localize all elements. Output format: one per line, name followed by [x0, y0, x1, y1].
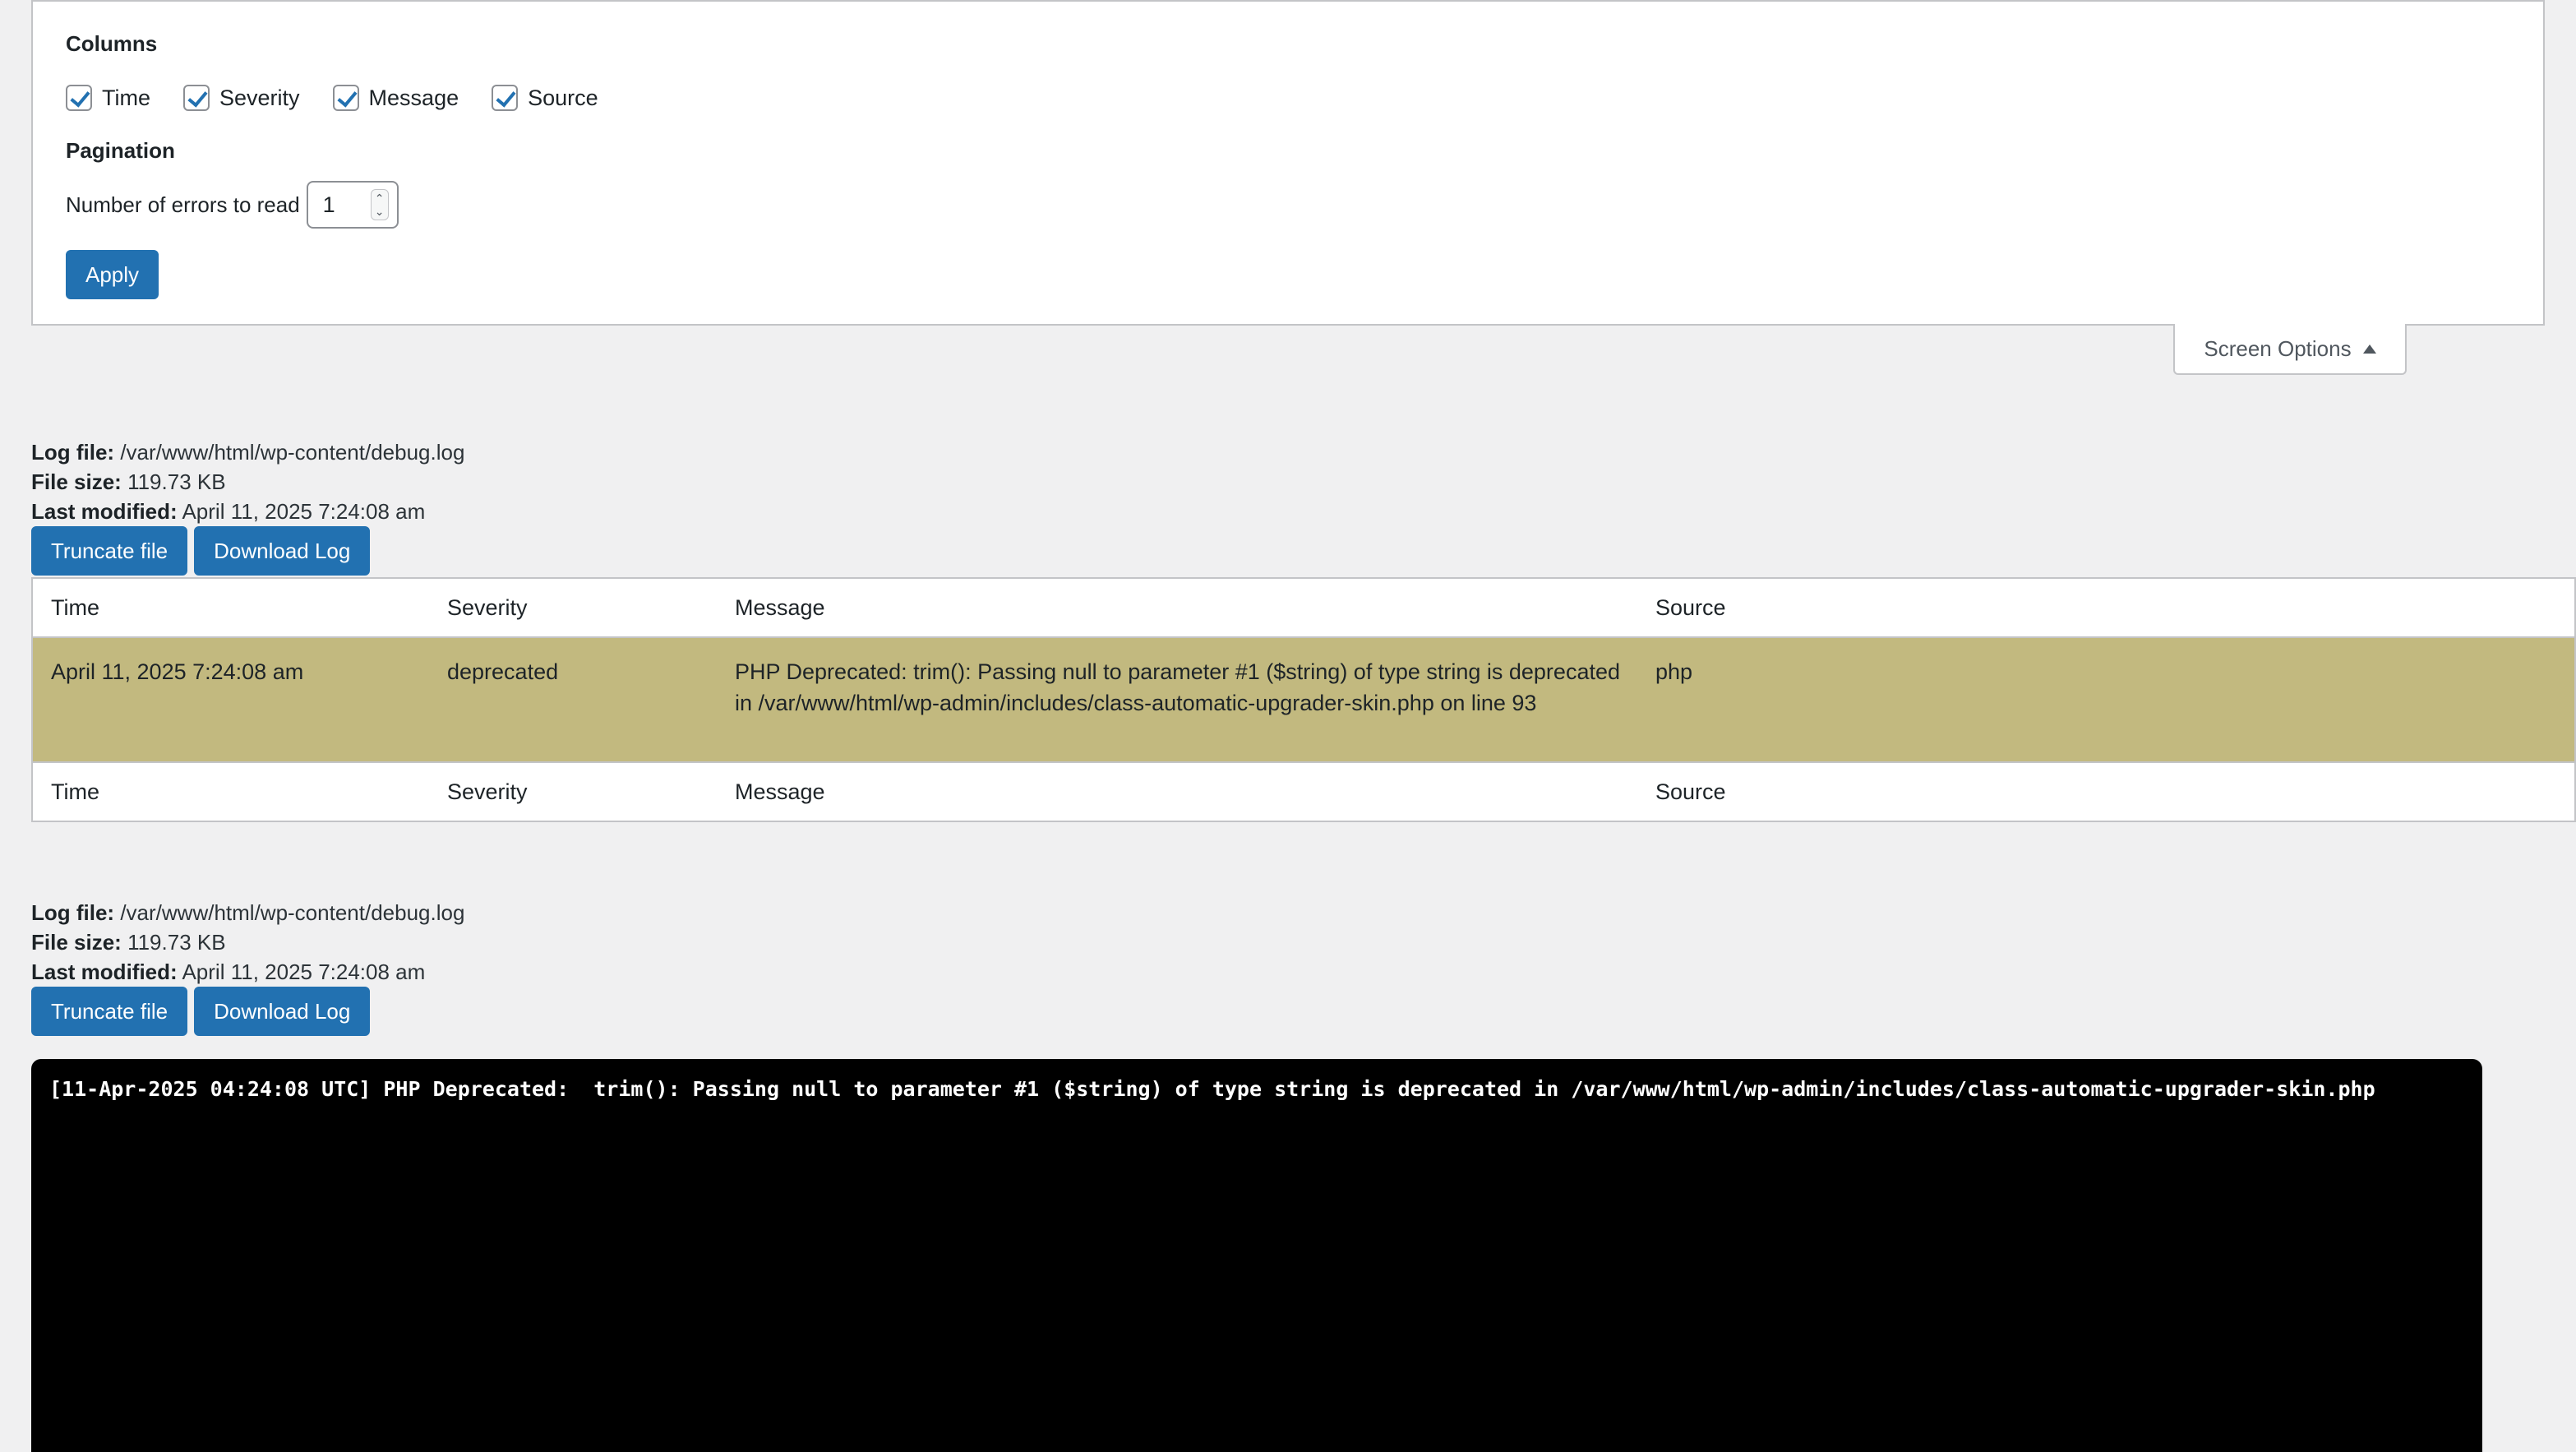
columns-checkbox-group: Time Severity Message Source — [66, 82, 2510, 113]
errors-to-read-label: Number of errors to read — [66, 192, 300, 217]
table-footer-row: Time Severity Message Source — [33, 761, 2574, 821]
screen-options-toggle[interactable]: Screen Options — [2173, 324, 2407, 375]
time-checkbox[interactable] — [66, 85, 92, 111]
log-file-label: Log file: — [31, 900, 115, 925]
column-footer-severity[interactable]: Severity — [447, 779, 735, 805]
column-toggle-source[interactable]: Source — [492, 85, 598, 111]
table-header-row: Time Severity Message Source — [33, 579, 2574, 638]
severity-checkbox[interactable] — [183, 85, 210, 111]
message-checkbox[interactable] — [332, 85, 359, 111]
file-size-line: File size: 119.73 KB — [31, 927, 464, 957]
source-checkbox[interactable] — [492, 85, 519, 111]
file-size-label: File size: — [31, 930, 122, 955]
last-modified-value: April 11, 2025 7:24:08 am — [182, 499, 426, 524]
cell-severity: deprecated — [447, 659, 559, 684]
file-size-value: 119.73 KB — [127, 930, 226, 955]
column-footer-message[interactable]: Message — [735, 779, 1655, 805]
source-checkbox-label: Source — [528, 85, 598, 110]
file-size-value: 119.73 KB — [127, 469, 226, 494]
column-header-message[interactable]: Message — [735, 595, 1655, 621]
download-log-button[interactable]: Download Log — [194, 987, 371, 1036]
severity-checkbox-label: Severity — [219, 85, 300, 110]
spinner-up-icon[interactable]: ⌃ — [375, 192, 385, 205]
truncate-file-button[interactable]: Truncate file — [31, 987, 188, 1036]
cell-message: PHP Deprecated: trim(): Passing null to … — [735, 659, 1620, 715]
log-info-block-raw: Log file: /var/www/html/wp-content/debug… — [31, 898, 464, 1036]
pagination-title: Pagination — [66, 138, 175, 163]
screen-options-panel: Columns Time Severity Message Source Pag… — [31, 0, 2545, 326]
last-modified-line: Last modified: April 11, 2025 7:24:08 am — [31, 497, 464, 526]
columns-title: Columns — [66, 31, 158, 56]
error-log-table: Time Severity Message Source April 11, 2… — [31, 577, 2576, 822]
cell-source: php — [1655, 659, 1693, 684]
caret-up-icon — [2362, 344, 2376, 354]
number-spinner[interactable]: ⌃ ⌄ — [370, 189, 389, 220]
column-footer-source[interactable]: Source — [1655, 779, 2574, 805]
time-checkbox-label: Time — [102, 85, 150, 110]
raw-log-viewer[interactable]: [11-Apr-2025 04:24:08 UTC] PHP Deprecate… — [31, 1059, 2482, 1452]
file-size-label: File size: — [31, 469, 122, 494]
column-header-source[interactable]: Source — [1655, 595, 2574, 621]
file-size-line: File size: 119.73 KB — [31, 467, 464, 497]
log-file-value: /var/www/html/wp-content/debug.log — [120, 440, 465, 465]
log-file-line: Log file: /var/www/html/wp-content/debug… — [31, 898, 464, 927]
spinner-down-icon[interactable]: ⌄ — [375, 205, 385, 218]
log-file-value: /var/www/html/wp-content/debug.log — [120, 900, 465, 925]
log-info-block: Log file: /var/www/html/wp-content/debug… — [31, 437, 464, 576]
log-actions: Truncate file Download Log — [31, 987, 464, 1036]
log-file-line: Log file: /var/www/html/wp-content/debug… — [31, 437, 464, 467]
table-row: April 11, 2025 7:24:08 am deprecated PHP… — [33, 638, 2574, 761]
column-toggle-severity[interactable]: Severity — [183, 85, 300, 111]
last-modified-line: Last modified: April 11, 2025 7:24:08 am — [31, 957, 464, 987]
raw-log-line: [11-Apr-2025 04:24:08 UTC] PHP Deprecate… — [49, 1077, 2375, 1101]
errors-to-read-input[interactable]: 1 ⌃ ⌄ — [306, 181, 399, 229]
screen-options-label: Screen Options — [2204, 335, 2352, 361]
log-actions: Truncate file Download Log — [31, 526, 464, 576]
pagination-row: Number of errors to read 1 ⌃ ⌄ — [66, 181, 2510, 229]
cell-time: April 11, 2025 7:24:08 am — [51, 659, 304, 684]
apply-button[interactable]: Apply — [66, 250, 159, 299]
truncate-file-button[interactable]: Truncate file — [31, 526, 188, 576]
column-header-severity[interactable]: Severity — [447, 595, 735, 621]
last-modified-label: Last modified: — [31, 499, 178, 524]
download-log-button[interactable]: Download Log — [194, 526, 371, 576]
column-toggle-time[interactable]: Time — [66, 85, 150, 111]
message-checkbox-label: Message — [368, 85, 459, 110]
errors-to-read-value: 1 — [322, 192, 335, 217]
log-file-label: Log file: — [31, 440, 115, 465]
column-footer-time[interactable]: Time — [33, 779, 447, 805]
last-modified-label: Last modified: — [31, 960, 178, 984]
column-header-time[interactable]: Time — [33, 595, 447, 621]
last-modified-value: April 11, 2025 7:24:08 am — [182, 960, 426, 984]
column-toggle-message[interactable]: Message — [332, 85, 459, 111]
